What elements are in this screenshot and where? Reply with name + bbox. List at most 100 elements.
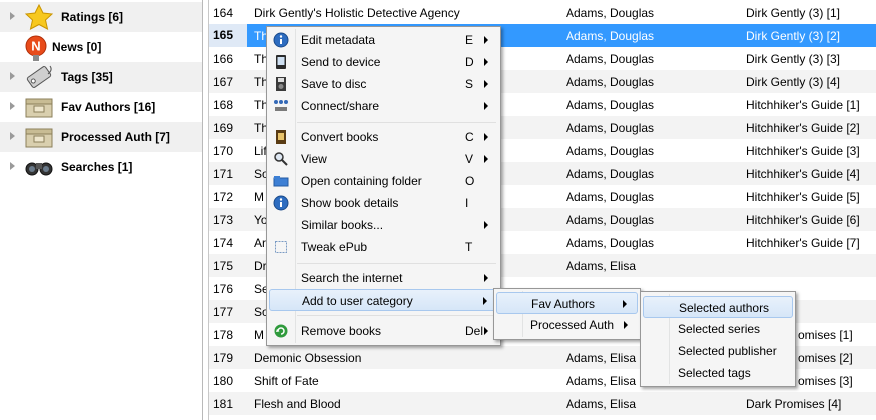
tag-browser-label: Searches [1] [61, 160, 133, 174]
menu-item-selected-tags[interactable]: Selected tags [643, 362, 793, 384]
info-icon [273, 195, 289, 211]
row-number: 165 [209, 24, 247, 47]
svg-text:N: N [31, 39, 40, 54]
menu-item-remove-books[interactable]: Remove books Del [269, 320, 498, 342]
table-row[interactable]: 181 Flesh and Blood Adams, Elisa Dark Promi… [209, 392, 876, 415]
row-number: 164 [213, 6, 234, 20]
row-number: 166 [213, 52, 234, 66]
tag-browser-item-tags[interactable]: Tags [35] [0, 62, 202, 92]
menu-item-label: Fav Authors [531, 297, 596, 311]
book-author: Adams, Douglas [566, 144, 655, 158]
tag-browser-item-news[interactable]: N News [0] [0, 32, 202, 62]
tag-browser: Ratings [6] N News [0] Tags [35] Fav Aut… [0, 0, 203, 420]
menu-item-search-the-internet[interactable]: Search the internet [269, 267, 498, 289]
row-number: 170 [213, 144, 234, 158]
menu-item-shortcut: T [465, 240, 473, 254]
menu-separator [297, 263, 496, 264]
tag-browser-item-fav-authors[interactable]: Fav Authors [16] [0, 92, 202, 122]
menu-item-label: Remove books [301, 324, 382, 338]
book-author: Adams, Douglas [566, 6, 655, 20]
submenu-arrow-icon [484, 221, 488, 229]
menu-item-selected-series[interactable]: Selected series [643, 318, 793, 340]
tag-browser-label: Processed Auth [7] [61, 130, 170, 144]
menu-item-shortcut: S [465, 77, 474, 91]
menu-item-label: Show book details [301, 196, 399, 210]
menu-item-similar-books[interactable]: Similar books... [269, 214, 498, 236]
menu-item-connect-share[interactable]: Connect/share [269, 95, 498, 117]
menu-item-send-to-device[interactable]: Send to device D [269, 51, 498, 73]
book-series: Hitchhiker's Guide [4] [746, 167, 860, 181]
row-number: 174 [213, 236, 234, 250]
tweak-icon [273, 239, 289, 255]
menu-item-label: Add to user category [302, 294, 413, 308]
category-box-icon [24, 124, 54, 150]
row-number: 169 [213, 121, 234, 135]
menu-item-save-to-disc[interactable]: Save to disc S [269, 73, 498, 95]
row-number: 173 [213, 213, 234, 227]
book-title: Flesh and Blood [254, 397, 341, 411]
submenu-arrow-icon [484, 102, 488, 110]
menu-item-label: Selected authors [679, 301, 770, 315]
table-row[interactable]: 164 Dirk Gently's Holistic Detective Agen… [209, 1, 876, 24]
menu-item-show-book-details[interactable]: Show book details I [269, 192, 498, 214]
binoculars-icon [24, 154, 54, 180]
menu-item-processed-auth[interactable]: Processed Auth [496, 314, 638, 336]
menu-item-edit-metadata[interactable]: Edit metadata E [269, 29, 498, 51]
tag-browser-item-ratings[interactable]: Ratings [6] [0, 2, 202, 32]
expand-arrow-icon[interactable] [10, 12, 15, 20]
menu-item-label: Tweak ePub [301, 240, 368, 254]
book-series: Hitchhiker's Guide [6] [746, 213, 860, 227]
device-icon [273, 54, 289, 70]
menu-item-label: Convert books [301, 130, 379, 144]
submenu-arrow-icon [484, 36, 488, 44]
book-series: omises [2] [798, 351, 853, 365]
folder-icon [273, 173, 289, 189]
menu-item-label: Selected tags [678, 366, 751, 380]
expand-arrow-icon[interactable] [10, 102, 15, 110]
book-title: Dirk Gently's Holistic Detective Agency [254, 6, 460, 20]
tag-browser-item-searches[interactable]: Searches [1] [0, 152, 202, 182]
book-series: Hitchhiker's Guide [1] [746, 98, 860, 112]
menu-item-label: View [301, 152, 327, 166]
menu-item-shortcut: O [465, 174, 475, 188]
menu-item-view[interactable]: View V [269, 148, 498, 170]
menu-separator [297, 122, 496, 123]
menu-item-fav-authors[interactable]: Fav Authors [496, 292, 638, 314]
book-author: Adams, Douglas [566, 121, 655, 135]
menu-item-selected-publisher[interactable]: Selected publisher [643, 340, 793, 362]
tag-browser-label: Fav Authors [16] [61, 100, 156, 114]
expand-arrow-icon[interactable] [10, 162, 15, 170]
submenu-arrow-icon [484, 274, 488, 282]
menu-item-shortcut: C [465, 130, 474, 144]
expand-arrow-icon[interactable] [10, 132, 15, 140]
submenu-arrow-icon [484, 133, 488, 141]
menu-item-tweak-epub[interactable]: Tweak ePub T [269, 236, 498, 258]
book-series: Hitchhiker's Guide [7] [746, 236, 860, 250]
book-author: Adams, Douglas [566, 75, 655, 89]
info-icon [273, 32, 289, 48]
user-category-submenu: Fav Authors Processed Auth [493, 288, 641, 340]
submenu-arrow-icon [484, 327, 488, 335]
news-icon: N [24, 34, 54, 61]
book-series: Dirk Gently (3) [3] [746, 52, 841, 66]
menu-item-selected-authors[interactable]: Selected authors [643, 296, 793, 318]
tag-icon [24, 64, 54, 90]
recycle-icon [273, 323, 289, 339]
menu-item-label: Selected series [678, 322, 761, 336]
fav-authors-submenu: Selected authors Selected series Selecte… [640, 291, 796, 387]
book-series: omises [1] [798, 328, 853, 342]
book-title: Demonic Obsession [254, 351, 362, 365]
menu-item-convert-books[interactable]: Convert books C [269, 126, 498, 148]
convert-icon [273, 129, 289, 145]
menu-item-add-to-user-category[interactable]: Add to user category [269, 289, 498, 311]
book-author: Adams, Douglas [566, 236, 655, 250]
submenu-arrow-icon [484, 58, 488, 66]
submenu-arrow-icon [484, 155, 488, 163]
row-number: 177 [213, 305, 234, 319]
menu-item-open-containing-folder[interactable]: Open containing folder O [269, 170, 498, 192]
row-number: 181 [213, 397, 234, 411]
expand-arrow-icon[interactable] [10, 72, 15, 80]
tag-browser-item-processed-auth[interactable]: Processed Auth [7] [0, 122, 202, 152]
tag-browser-label: Ratings [6] [61, 10, 124, 24]
star-icon [24, 3, 54, 30]
